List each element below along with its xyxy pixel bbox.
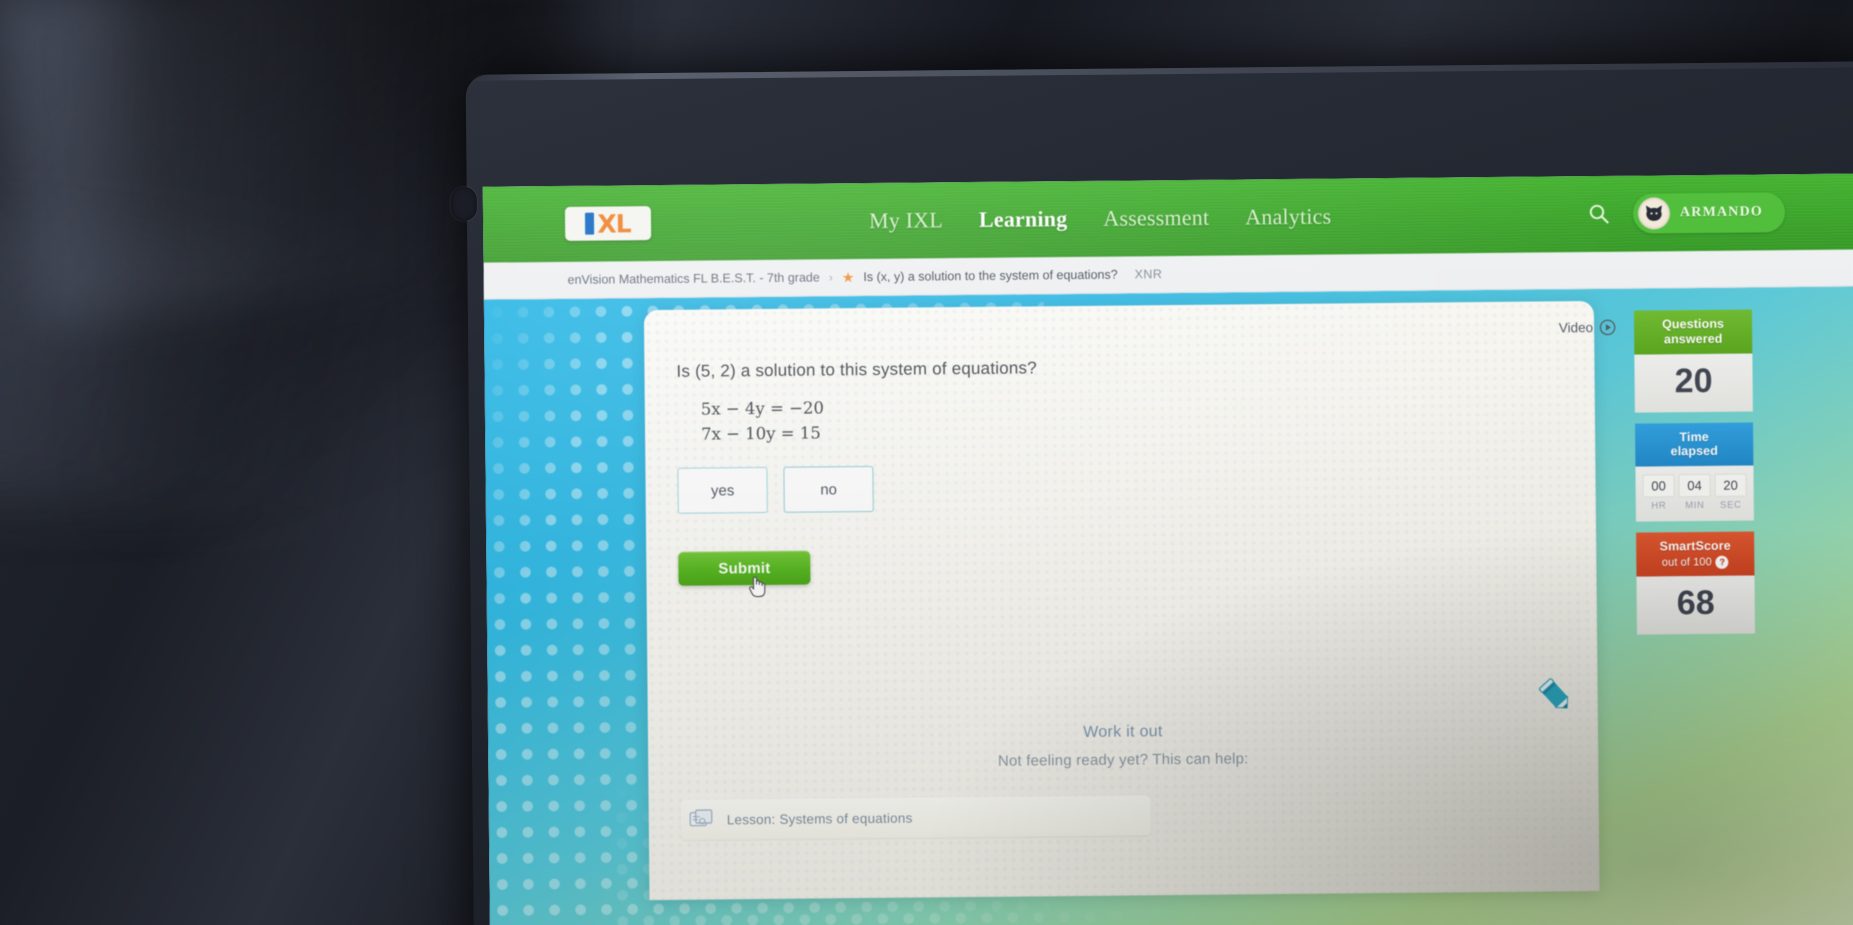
smartscore-value: 68 (1676, 583, 1715, 623)
smartscore-header: SmartScore out of 100? (1636, 531, 1755, 577)
laptop-screen: XL My IXL Learning Assessment Analytics (482, 173, 1853, 925)
pencil-scratchpad-icon[interactable] (1533, 673, 1577, 717)
timer-minutes-label: MIN (1685, 499, 1705, 512)
questions-answered-body: 20 (1634, 352, 1753, 413)
timer-cell-hr: 00 HR (1642, 474, 1675, 512)
timer-seconds-value: 20 (1714, 473, 1747, 497)
work-it-out-title: Work it out (1083, 723, 1163, 741)
breadcrumb-skill: Is (x, y) a solution to the system of eq… (863, 267, 1118, 285)
user-name-label: ARMANDO (1679, 204, 1764, 221)
question-prompt: Is (5, 2) a solution to this system of e… (676, 358, 1037, 381)
breadcrumb-separator-icon: › (828, 270, 833, 285)
timer-display: 00 HR 04 MIN 20 SEC (1635, 465, 1754, 521)
logo-xl-text: XL (597, 208, 631, 239)
answer-choices: yes no (677, 465, 874, 514)
smartscore-body: 68 (1636, 575, 1756, 635)
laptop-lid: XL My IXL Learning Assessment Analytics (450, 61, 1853, 925)
avatar (1637, 197, 1671, 230)
nav-links: My IXL Learning Assessment Analytics (869, 204, 1332, 234)
timer-hours-label: HR (1651, 500, 1667, 512)
user-menu-button[interactable]: ARMANDO (1632, 192, 1786, 234)
nav-item-learning[interactable]: Learning (979, 206, 1068, 233)
submit-area: Submit (678, 550, 811, 598)
top-navigation-bar: XL My IXL Learning Assessment Analytics (482, 173, 1853, 263)
nav-item-my-ixl[interactable]: My IXL (869, 207, 943, 234)
bezel-hinge-hole (450, 186, 478, 221)
hand-pointer-cursor (749, 576, 766, 598)
breadcrumb-course[interactable]: enVision Mathematics FL B.E.S.T. - 7th g… (568, 270, 820, 286)
lesson-card-icon (689, 809, 713, 827)
video-label: Video (1558, 320, 1594, 336)
answer-choice-no[interactable]: no (783, 465, 874, 513)
skill-code: XNR (1134, 267, 1163, 282)
smartscore-help-icon[interactable]: ? (1715, 555, 1729, 569)
smartscore-title: SmartScore (1659, 538, 1731, 554)
photo-of-laptop-screen: XL My IXL Learning Assessment Analytics (0, 0, 1853, 925)
search-icon[interactable] (1587, 202, 1611, 226)
nav-right-group: ARMANDO (1587, 192, 1786, 234)
equation-1: 5x − 4y = −20 (700, 398, 825, 419)
timer-seconds-label: SEC (1720, 499, 1742, 511)
equation-system: 5x − 4y = −20 7x − 10y = 15 (701, 396, 825, 447)
equation-2: 7x − 10y = 15 (700, 423, 821, 444)
smartscore-subtitle: out of 100 (1661, 556, 1712, 569)
answer-choice-yes[interactable]: yes (677, 466, 768, 514)
timer-minutes-value: 04 (1678, 473, 1711, 498)
time-elapsed-header: Time elapsed (1635, 421, 1754, 467)
timer-cell-sec: 20 SEC (1714, 473, 1747, 511)
time-elapsed-body: 00 HR 04 MIN 20 SEC (1635, 465, 1754, 522)
questions-answered-title-line2: answered (1663, 331, 1723, 347)
play-circle-icon[interactable] (1599, 319, 1616, 336)
video-link[interactable]: Video (1559, 319, 1616, 337)
smartscore-panel: SmartScore out of 100? 68 (1636, 531, 1756, 635)
ixl-logo[interactable]: XL (564, 206, 652, 241)
timer-cell-min: 04 MIN (1678, 473, 1711, 512)
lesson-link-row[interactable]: Lesson: Systems of equations (680, 795, 1151, 840)
scoreboard: Questions answered 20 Time elapsed 00 HR… (1633, 309, 1756, 645)
favorite-star-icon[interactable]: ★ (842, 269, 855, 285)
smartscore-subtitle-row: out of 100? (1640, 555, 1750, 569)
time-elapsed-title-line1: Time (1679, 429, 1709, 444)
logo-i-bar (585, 212, 595, 235)
work-it-out-section: Work it out Not feeling ready yet? This … (648, 719, 1598, 773)
nav-item-analytics[interactable]: Analytics (1245, 204, 1331, 231)
nav-item-assessment[interactable]: Assessment (1103, 205, 1209, 232)
cat-avatar-icon (1645, 205, 1662, 221)
questions-answered-panel: Questions answered 20 (1633, 309, 1753, 413)
time-elapsed-panel: Time elapsed 00 HR 04 MIN 20 SEC (1635, 421, 1754, 522)
questions-answered-title-line1: Questions (1661, 316, 1725, 332)
submit-button[interactable]: Submit (678, 550, 811, 586)
questions-answered-value: 20 (1674, 361, 1713, 400)
timer-hours-value: 00 (1642, 474, 1675, 498)
work-it-out-subtitle: Not feeling ready yet? This can help: (997, 750, 1249, 770)
time-elapsed-title-line2: elapsed (1670, 444, 1718, 459)
questions-answered-header: Questions answered (1633, 309, 1753, 355)
practice-card: Is (5, 2) a solution to this system of e… (643, 301, 1600, 901)
practice-page-body: Video Questions answered 20 Time elapsed… (483, 286, 1853, 925)
lesson-link-label: Lesson: Systems of equations (726, 810, 913, 827)
